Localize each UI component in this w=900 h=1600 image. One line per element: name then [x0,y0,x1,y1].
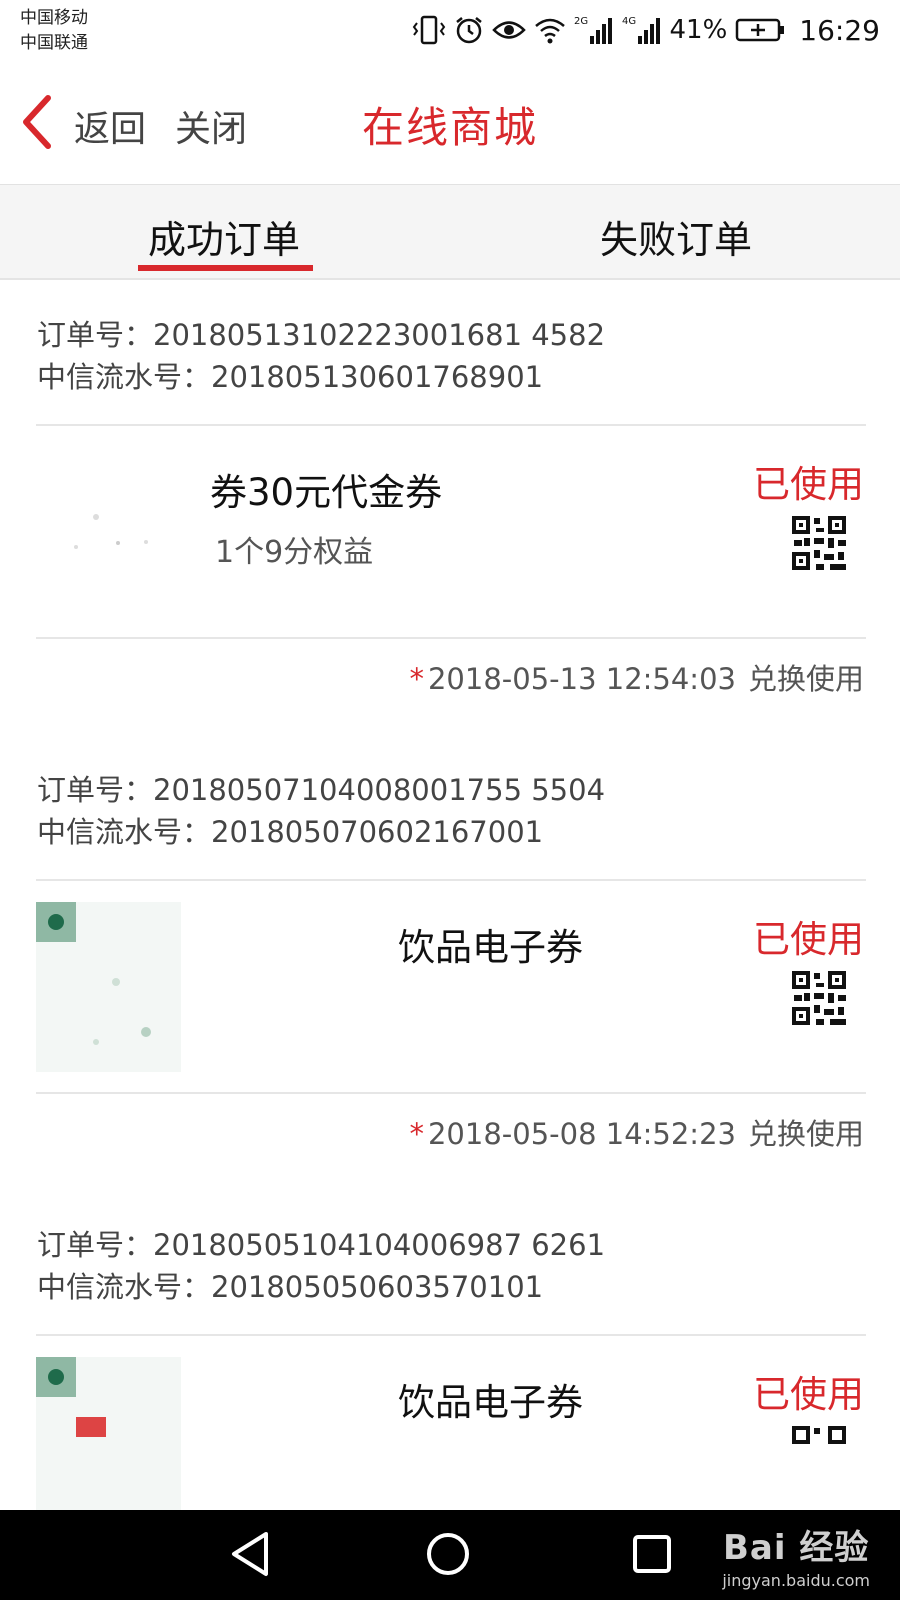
required-star: * [409,662,424,696]
signal-4g-icon: 4G [622,16,660,44]
order-footer: * 2018-05-13 12:54:03 兑换使用 [409,656,864,698]
divider [36,1334,866,1336]
product-subtitle: 1个9分权益 [215,535,374,570]
eye-icon [491,21,526,39]
qr-code-icon[interactable] [790,1424,848,1482]
qr-code-icon[interactable] [790,969,848,1027]
status-icons: 2G 4G 41% 16:29 [412,12,880,48]
divider [36,637,866,639]
carrier-1: 中国移动 [20,8,88,28]
divider [36,879,866,881]
signal-2g-icon: 2G [574,16,612,44]
redeem-datetime: 2018-05-13 12:54:03 [427,662,736,696]
order-card[interactable]: 订单号：20180513102223001681 4582 中信流水号：2018… [0,282,900,737]
product-thumbnail [36,902,181,1072]
product-thumbnail [36,1357,181,1527]
battery-charging-icon [736,18,785,42]
nav-bar: 返回 关闭 在线商城 [0,62,900,184]
clock: 16:29 [799,13,880,47]
product-name: 券30元代金券 [210,471,443,514]
serial-number: 中信流水号：201805070602167001 [37,815,544,849]
order-number: 订单号：20180505104104006987 6261 [37,1228,606,1262]
product-name: 饮品电子券 [398,926,583,969]
tab-success-orders[interactable]: 成功订单 [148,209,300,264]
redeem-link[interactable]: 兑换使用 [748,662,864,696]
status-badge: 已使用 [753,1373,864,1416]
vibrate-icon [412,15,445,45]
status-badge: 已使用 [753,463,864,506]
page-title: 在线商城 [361,103,538,152]
watermark: Bai 经验 jingyan.baidu.com [722,1520,870,1590]
redeem-link[interactable]: 兑换使用 [748,1117,864,1151]
status-bar: 中国移动 中国联通 2G 4G 41% 16:29 [0,0,900,62]
watermark-url: jingyan.baidu.com [722,1571,870,1590]
product-thumbnail [36,447,181,617]
order-number: 订单号：20180507104008001755 5504 [37,773,606,807]
serial-number: 中信流水号：201805050603570101 [37,1270,544,1304]
redeem-datetime: 2018-05-08 14:52:23 [427,1117,736,1151]
wifi-icon [534,18,565,44]
nav-back-triangle-icon[interactable] [228,1530,272,1578]
watermark-logo: Bai 经验 [722,1528,870,1568]
net-2g-label: 2G [574,16,588,27]
nav-recent-square-icon[interactable] [630,1530,674,1578]
product-name: 饮品电子券 [398,1381,583,1424]
serial-number: 中信流水号：201805130601768901 [37,360,544,394]
order-list: 订单号：20180513102223001681 4582 中信流水号：2018… [0,282,900,1600]
qr-code-icon[interactable] [790,514,848,572]
tab-failed-orders[interactable]: 失败订单 [600,209,752,264]
system-nav-bar: Bai 经验 jingyan.baidu.com [0,1510,900,1600]
nav-home-circle-icon[interactable] [424,1530,472,1578]
required-star: * [409,1117,424,1151]
carrier-info: 中国移动 中国联通 [20,6,88,56]
net-4g-label: 4G [622,16,636,27]
order-footer: * 2018-05-08 14:52:23 兑换使用 [409,1111,864,1153]
alarm-icon [455,17,482,44]
status-badge: 已使用 [753,918,864,961]
order-card[interactable]: 订单号：20180507104008001755 5504 中信流水号：2018… [0,737,900,1192]
order-tabs: 成功订单 失败订单 [0,184,900,280]
battery-percent: 41% [669,15,728,45]
divider [36,1092,866,1094]
order-number: 订单号：20180513102223001681 4582 [37,318,606,352]
divider [36,424,866,426]
carrier-2: 中国联通 [20,33,88,53]
active-tab-indicator [138,265,313,271]
